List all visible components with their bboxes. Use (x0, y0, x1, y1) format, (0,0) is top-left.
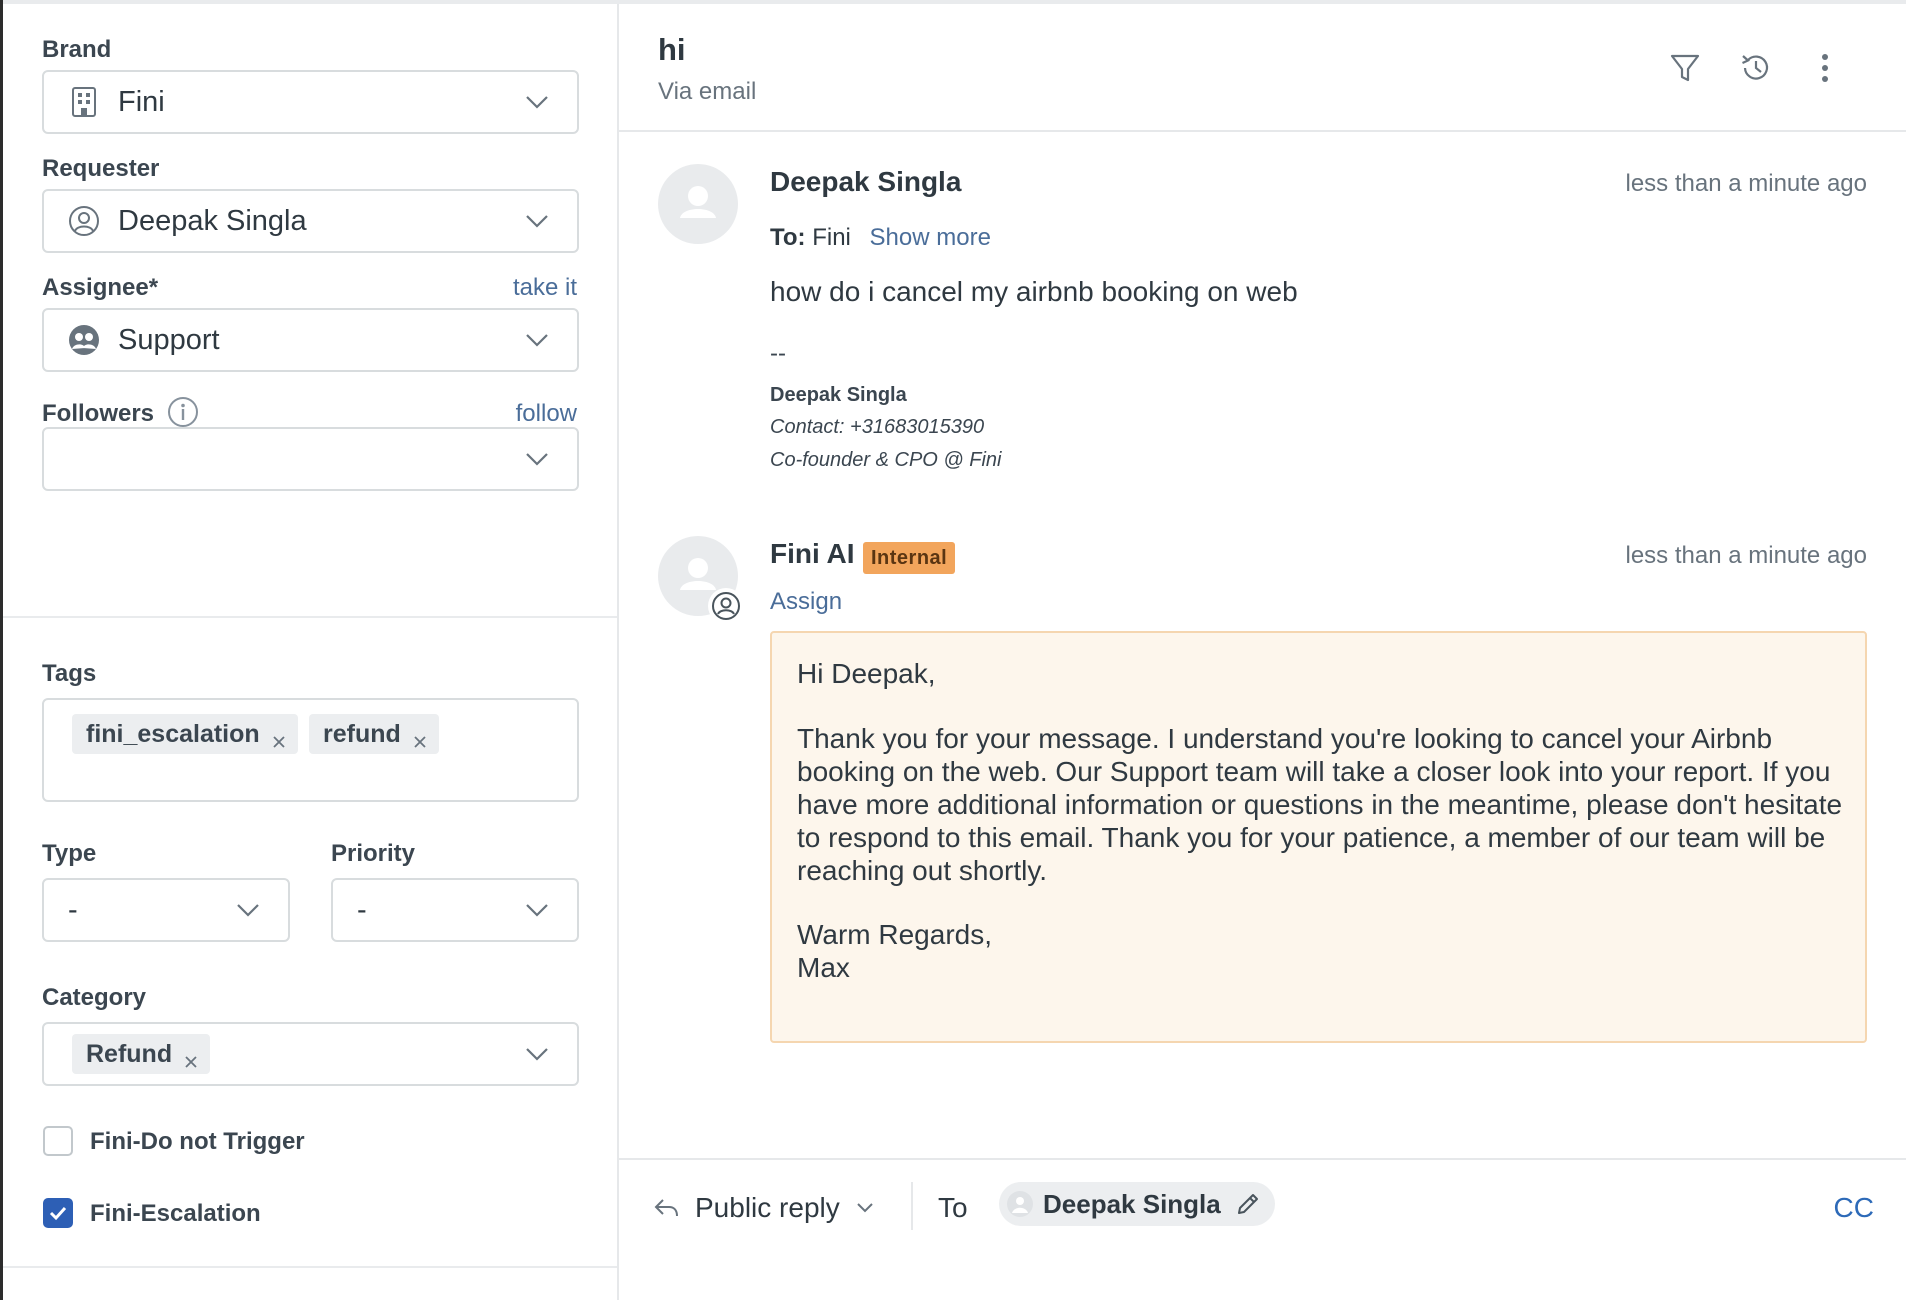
priority-label: Priority (331, 840, 416, 867)
assignee-label: Assignee* (42, 274, 159, 301)
remove-tag-icon[interactable] (413, 727, 427, 748)
tag-label: refund (323, 719, 401, 748)
assign-link[interactable]: Assign (770, 588, 842, 616)
remove-category-icon[interactable] (184, 1047, 198, 1068)
to-value: Fini (812, 224, 851, 251)
group-icon (68, 324, 100, 356)
signature-name: Deepak Singla (770, 384, 907, 406)
pencil-icon[interactable] (1235, 1191, 1261, 1217)
requester-value: Deepak Singla (118, 204, 307, 237)
message-timestamp: less than a minute ago (1625, 542, 1868, 569)
category-label: Category (42, 984, 147, 1011)
section-divider (3, 616, 617, 618)
follow-link[interactable]: follow (516, 400, 577, 428)
chevron-down-icon (526, 96, 548, 109)
internal-note: Hi Deepak, Thank you for your message. I… (770, 631, 1867, 1043)
message-timestamp: less than a minute ago (1625, 170, 1868, 197)
tag-label: fini_escalation (86, 719, 260, 748)
message-recipients: To: Fini Show more (770, 224, 991, 252)
chevron-down-icon (857, 1203, 873, 1213)
note-greeting: Hi Deepak, (797, 658, 936, 689)
cc-button[interactable]: CC (1834, 1192, 1874, 1224)
remove-tag-icon[interactable] (272, 727, 286, 748)
ticket-title: hi (658, 32, 686, 67)
recipient-name: Deepak Singla (1043, 1188, 1221, 1219)
fini-escalation-label: Fini-Escalation (90, 1200, 261, 1227)
message-author[interactable]: Deepak Singla (770, 166, 961, 198)
recipient-chip[interactable]: Deepak Singla (999, 1182, 1275, 1226)
chevron-down-icon (237, 904, 259, 917)
brand-value: Fini (118, 85, 165, 118)
tags-label: Tags (42, 660, 97, 687)
category-chip: Refund (72, 1034, 211, 1074)
tags-input[interactable]: fini_escalation refund (42, 698, 579, 802)
category-value: Refund (86, 1039, 173, 1068)
to-label: To: (770, 224, 806, 251)
brand-label: Brand (42, 36, 112, 63)
type-select[interactable]: - (42, 878, 290, 942)
priority-select[interactable]: - (331, 878, 579, 942)
tag-refund: refund (309, 714, 439, 754)
signature-role: Co-founder & CPO @ Fini (770, 449, 1002, 471)
ticket-channel: Via email (658, 78, 757, 105)
chevron-down-icon (526, 453, 548, 466)
reply-to-label: To (938, 1192, 968, 1223)
tag-fini-escalation: fini_escalation (72, 714, 298, 754)
fini-do-not-trigger-checkbox[interactable] (43, 1126, 73, 1156)
more-options-icon[interactable] (1805, 48, 1845, 88)
conversation-panel: hi Via email Deepak Singla less than a m… (619, 4, 1906, 1300)
ticket-header: hi Via email (619, 4, 1906, 132)
signature-separator: -- (770, 340, 786, 367)
chevron-down-icon (526, 904, 548, 917)
reply-type-dropdown[interactable]: Public reply (653, 1188, 874, 1228)
show-more-link[interactable]: Show more (870, 224, 991, 251)
internal-badge: Internal (863, 542, 956, 574)
user-silhouette-icon (680, 186, 716, 218)
message-body: how do i cancel my airbnb booking on web (770, 276, 1298, 307)
priority-value: - (357, 893, 367, 926)
check-icon (49, 1206, 67, 1221)
filter-icon[interactable] (1665, 48, 1705, 88)
toolbar-divider (911, 1182, 913, 1230)
agent-badge-icon (708, 588, 744, 624)
requester-select[interactable]: Deepak Singla (42, 189, 579, 253)
type-value: - (68, 893, 78, 926)
info-icon[interactable] (167, 396, 199, 428)
history-icon[interactable] (1736, 48, 1776, 88)
reply-arrow-icon (654, 1199, 678, 1217)
assignee-value: Support (118, 323, 220, 356)
ticket-properties-sidebar: Brand Fini Requester Deepak Singla Assig… (3, 4, 619, 1300)
recipient-avatar-icon (1007, 1191, 1033, 1217)
take-it-link[interactable]: take it (513, 274, 577, 302)
assignee-select[interactable]: Support (42, 308, 579, 372)
chevron-down-icon (526, 334, 548, 347)
fini-do-not-trigger-label: Fini-Do not Trigger (90, 1128, 305, 1155)
chevron-down-icon (526, 1048, 548, 1061)
type-label: Type (42, 840, 97, 867)
followers-label: Followers (42, 400, 155, 427)
signature-contact: Contact: +31683015390 (770, 416, 985, 438)
user-circle-icon (68, 205, 100, 237)
brand-select[interactable]: Fini (42, 70, 579, 134)
reply-composer-bar: Public reply To Deepak Singla CC (619, 1158, 1906, 1300)
followers-select[interactable] (42, 427, 579, 491)
note-paragraph: Thank you for your message. I understand… (797, 723, 1843, 886)
message-author[interactable]: Fini AI (770, 538, 855, 570)
category-select[interactable]: Refund (42, 1022, 579, 1086)
avatar (658, 164, 738, 244)
note-signoff: Max (797, 952, 850, 983)
reply-type-label: Public reply (695, 1192, 840, 1223)
note-closing: Warm Regards, (797, 919, 993, 950)
requester-label: Requester (42, 155, 160, 182)
fini-escalation-checkbox[interactable] (43, 1198, 73, 1228)
section-divider (3, 1266, 617, 1268)
building-icon (68, 86, 100, 118)
chevron-down-icon (526, 215, 548, 228)
